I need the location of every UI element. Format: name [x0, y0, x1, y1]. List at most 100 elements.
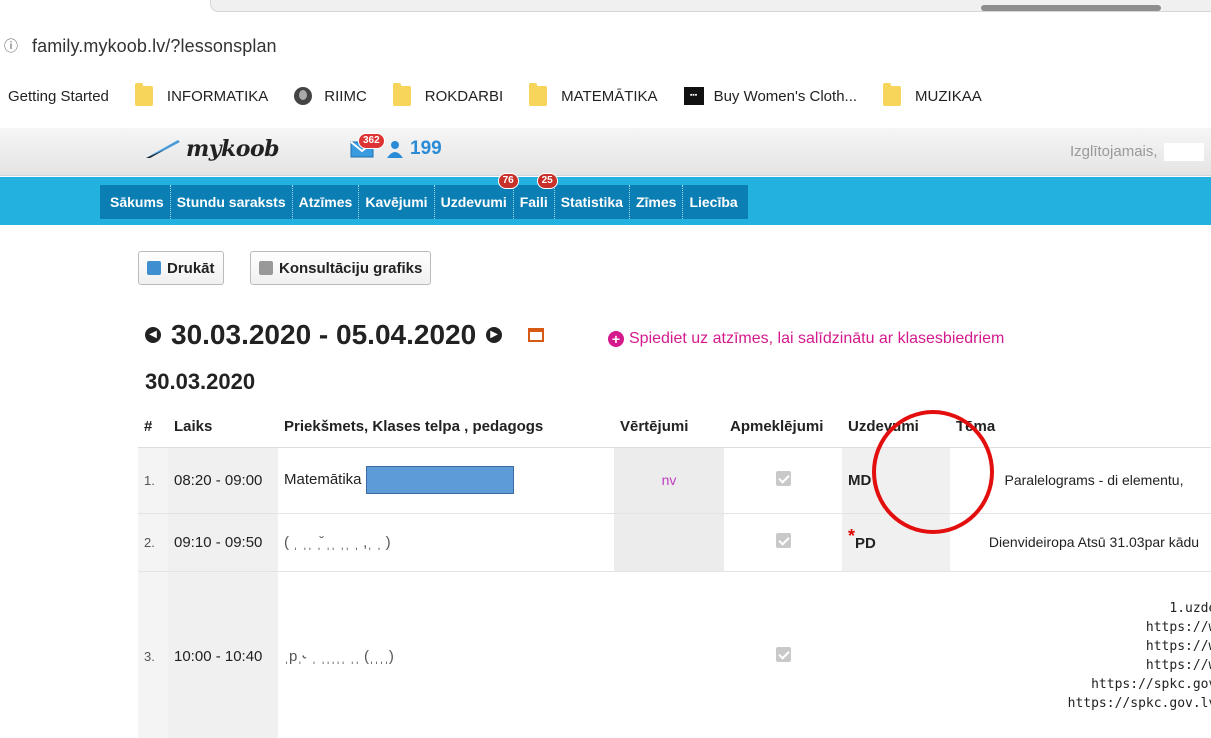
theme-link[interactable]: https://spkc.gov.lv/u [956, 694, 1211, 713]
attendance-checkbox [775, 646, 791, 662]
messages-button[interactable]: 362 [350, 133, 385, 159]
attendance-checkbox [775, 470, 791, 486]
nav-label: Zīmes [635, 194, 677, 210]
nav-label: Kavējumi [365, 194, 428, 210]
day-title: 30.03.2020 [145, 369, 256, 394]
theme-link[interactable]: https://www [956, 618, 1211, 637]
row-attendance [724, 447, 842, 514]
theme-link[interactable]: https://www [956, 656, 1211, 675]
site-header: mykoob 362 199 Izglītojamais, [0, 128, 1211, 176]
address-bar[interactable]: ⓘ family.mykoob.lv/?lessonsplan [0, 26, 1211, 66]
nav-label: Faili [519, 194, 548, 210]
consult-label: Konsultāciju grafiks [279, 259, 423, 277]
lessons-table-wrap: # Laiks Priekšmets, Klases telpa , pedag… [138, 407, 1211, 738]
col-theme: Tēma [950, 407, 1211, 448]
bookmark-muzikaa[interactable]: MUZIKAA [883, 83, 982, 106]
nav-menu: Sākums Stundu saraksts Atzīmes Kavējumi … [100, 173, 748, 219]
bookmark-label: ROKDARBI [424, 87, 504, 105]
next-week-icon[interactable]: ▶ [486, 327, 503, 343]
redacted-teacher [365, 466, 514, 494]
week-navigator: ◀ 30.03.2020 - 05.04.2020 ▶ [145, 319, 545, 351]
row-attendance [724, 571, 842, 738]
col-time: Laiks [168, 407, 278, 448]
bookmark-label: Buy Women's Cloth... [713, 87, 858, 105]
row-theme: 1.uzdevu https://www https://www https:/… [950, 571, 1211, 738]
row-time: 09:10 - 09:50 [168, 513, 278, 572]
nav-atzimes[interactable]: Atzīmes [293, 185, 360, 219]
print-button[interactable]: Drukāt [138, 251, 224, 285]
tab-scrollbar[interactable] [981, 5, 1161, 11]
nav-label: Statistika [560, 194, 623, 210]
attendance-checkbox [775, 532, 791, 548]
table-row: 2. 09:10 - 09:50 ( ˌ ˌˌ ˌ̆ ˌˌ ˌˌ ˌ ,ˌ ˌ … [138, 513, 1211, 572]
row-attendance [724, 513, 842, 572]
row-time: 08:20 - 09:00 [168, 447, 278, 514]
row-grade [614, 571, 724, 738]
theme-line: 1.uzdevu [1169, 601, 1211, 616]
row-num: 1. [138, 447, 168, 514]
task-value[interactable]: PD [855, 535, 876, 552]
user-info[interactable]: Izglītojamais, [1070, 143, 1204, 162]
bookmark-getting-started[interactable]: Getting Started [8, 88, 109, 105]
grade-value[interactable]: nv [662, 472, 677, 488]
page-info-icon[interactable]: ⓘ [4, 38, 18, 54]
redacted-user-name [1163, 143, 1204, 162]
folder-icon [529, 83, 548, 106]
print-label: Drukāt [167, 259, 215, 277]
task-value[interactable]: MD [848, 472, 871, 489]
nav-kavejumi[interactable]: Kavējumi [359, 185, 435, 219]
calendar-icon[interactable] [528, 328, 545, 342]
subject-name: Matemātika [284, 470, 362, 488]
week-range: 30.03.2020 - 05.04.2020 [171, 319, 477, 350]
nav-label: Atzīmes [298, 194, 353, 210]
row-task [842, 571, 950, 738]
row-task[interactable]: MD [842, 447, 950, 514]
lessons-table: # Laiks Priekšmets, Klases telpa , pedag… [138, 407, 1211, 738]
site-icon: ▪▪▪ [683, 87, 704, 105]
row-theme: Paralelograms - di elementu, [950, 447, 1211, 514]
bookmarks-bar: Getting Started INFORMATIKA RIIMC ROKDAR… [0, 74, 1211, 118]
people-count: 199 [410, 138, 442, 159]
compare-link-text: Spiediet uz atzīmes, lai salīdzinātu ar … [629, 330, 1005, 347]
header-icons: 362 199 [350, 133, 442, 160]
nav-sakums[interactable]: Sākums [104, 185, 171, 219]
nav-label: Stundu saraksts [176, 194, 286, 210]
plus-circle-icon: + [608, 331, 624, 347]
classmates-button[interactable]: 199 [386, 138, 442, 160]
bookmark-informatika[interactable]: INFORMATIKA [134, 83, 269, 106]
row-num: 3. [138, 571, 168, 738]
consultation-schedule-button[interactable]: Konsultāciju grafiks [250, 251, 432, 285]
bookmark-rokdarbi[interactable]: ROKDARBI [392, 83, 504, 106]
url-text[interactable]: family.mykoob.lv/?lessonsplan [32, 36, 277, 57]
row-subject: ˌpˌ˞ ˌ ˌˌˌˌˌ ˌˌ (ˌˌˌˌ) [278, 571, 614, 738]
nav-faili[interactable]: Faili 25 [514, 173, 558, 219]
row-task[interactable]: *PD [842, 513, 950, 572]
row-grade[interactable]: nv [614, 447, 724, 514]
col-attendance: Apmeklējumi [724, 407, 842, 448]
person-icon [387, 141, 403, 158]
table-header-row: # Laiks Priekšmets, Klases telpa , pedag… [138, 407, 1211, 448]
row-theme: Dienvideiropa Atsū 31.03par kādu [950, 513, 1211, 572]
bookmark-matematika[interactable]: MATEMĀTIKA [529, 83, 658, 106]
folder-icon [883, 83, 902, 106]
row-num: 2. [138, 513, 168, 572]
col-num: # [138, 407, 168, 448]
globe-icon [294, 87, 313, 105]
bookmark-label: INFORMATIKA [166, 87, 269, 105]
schedule-icon [259, 261, 273, 275]
mykoob-logo[interactable]: mykoob [144, 136, 280, 162]
col-tasks: Uzdevumi [842, 407, 950, 448]
row-subject: Matemātika [278, 447, 614, 514]
folder-icon [134, 83, 153, 106]
compare-classmates-link[interactable]: + Spiediet uz atzīmes, lai salīdzinātu a… [608, 330, 1004, 348]
nav-liecība[interactable]: Liecība [683, 185, 747, 219]
theme-link[interactable]: https://spkc.gov.l [956, 675, 1211, 694]
nav-stundu-saraksts[interactable]: Stundu saraksts [171, 185, 293, 219]
theme-link[interactable]: https://www [956, 637, 1211, 656]
nav-zimes[interactable]: Zīmes [630, 185, 684, 219]
bookmark-buy-womens-clothing[interactable]: ▪▪▪ Buy Women's Cloth... [683, 87, 858, 105]
bookmark-riimc[interactable]: RIIMC [294, 87, 367, 105]
nav-statistika[interactable]: Statistika [555, 185, 630, 219]
previous-week-icon[interactable]: ◀ [145, 327, 161, 343]
nav-uzdevumi[interactable]: Uzdevumi 76 [435, 173, 519, 219]
